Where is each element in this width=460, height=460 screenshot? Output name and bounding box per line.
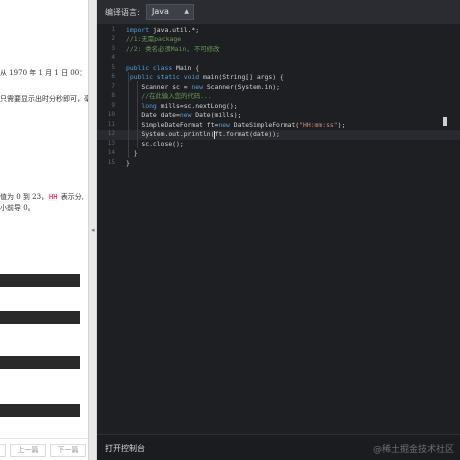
pager: 上一篇 下一篇 bbox=[0, 438, 88, 460]
code-line: long mills=sc.nextLong(); bbox=[126, 101, 238, 112]
problem-text-segment: 值为 0 到 23， bbox=[0, 193, 49, 201]
code-token: Scanner(System.in); bbox=[202, 82, 280, 91]
code-line: //1:无需package bbox=[126, 35, 181, 45]
code-line: import java.util.*; bbox=[126, 26, 199, 36]
problem-text-line: 只需要显示出时分秒即可，毫 bbox=[0, 95, 88, 103]
code-token: //1:无需package bbox=[126, 35, 182, 43]
code-token: mills=sc.nextLong(); bbox=[156, 101, 238, 110]
code-token: } bbox=[126, 158, 130, 167]
code-line: } bbox=[126, 159, 130, 169]
code-token: main(String[] args) { bbox=[199, 73, 284, 81]
editor-toolbar: 编译语言: Java ▲ bbox=[97, 0, 460, 24]
next-button[interactable]: 下一篇 bbox=[50, 444, 86, 457]
code-token: Date(mills); bbox=[191, 111, 242, 119]
code-token: System.out.println(ft.format(date)); bbox=[126, 130, 280, 138]
code-line: Scanner sc = new Scanner(System.in); bbox=[126, 83, 280, 93]
line-number: 3 bbox=[111, 44, 115, 52]
code-token: new bbox=[179, 111, 192, 119]
line-number: 10 bbox=[107, 111, 115, 118]
code-token: Scanner sc = bbox=[126, 82, 192, 91]
editor-pane: 编译语言: Java ▲ 1 2 3 4 5 6 7 8 9 10 11 12 13 14 15 impor… bbox=[97, 0, 460, 460]
line-number: 8 bbox=[111, 92, 115, 99]
line-number: 14 bbox=[107, 149, 115, 156]
line-number: 7 bbox=[111, 82, 115, 90]
caret-up-icon: ▲ bbox=[184, 8, 189, 15]
line-number: 6 bbox=[111, 73, 115, 80]
code-line: //2: 类名必须Main, 不可修改 bbox=[126, 45, 219, 55]
code-line: System.out.println(ft.format(date)); bbox=[126, 130, 280, 140]
code-token: new bbox=[191, 82, 203, 91]
code-editor[interactable]: 1 2 3 4 5 6 7 8 9 10 11 12 13 14 15 import java.util.*… bbox=[97, 24, 460, 434]
line-number: 1 bbox=[111, 25, 115, 33]
code-token: public class bbox=[126, 63, 173, 72]
text-cursor bbox=[214, 130, 215, 139]
code-line: //在此输入您的代码... bbox=[126, 92, 212, 102]
line-number: 5 bbox=[111, 63, 115, 71]
code-sample-block bbox=[0, 356, 80, 369]
code-token: //在此输入您的代码... bbox=[126, 92, 212, 100]
language-value: Java bbox=[152, 7, 169, 16]
code-token: sc.close(); bbox=[126, 139, 184, 148]
code-token: long bbox=[141, 101, 157, 110]
watermark: @稀土掘金技术社区 bbox=[372, 445, 454, 455]
code-line: Date date=new Date(mills); bbox=[126, 111, 241, 121]
problem-text-line: 从 1970 年 1 月 1 日 00： bbox=[0, 69, 87, 77]
language-label: 编译语言: bbox=[105, 8, 140, 17]
pager-extra-button[interactable] bbox=[0, 444, 6, 457]
indent-guide bbox=[128, 72, 129, 158]
language-select[interactable]: Java ▲ bbox=[146, 4, 194, 20]
line-number: 2 bbox=[111, 35, 115, 42]
code-token: new bbox=[218, 120, 230, 129]
code-line: sc.close(); bbox=[126, 139, 184, 150]
code-token: Date date= bbox=[126, 111, 180, 119]
problem-text-line: 值为 0 到 23，HH 表示分, bbox=[0, 192, 84, 202]
code-token: java.util.*; bbox=[149, 25, 200, 34]
code-line: public class Main { bbox=[126, 64, 199, 74]
prev-button[interactable]: 上一篇 bbox=[10, 444, 46, 457]
scroll-marker[interactable] bbox=[443, 117, 447, 126]
code-token: "HH:mm:ss" bbox=[299, 120, 338, 129]
code-sample-block bbox=[0, 311, 80, 324]
code-token: DateSimpleFormat( bbox=[229, 120, 300, 129]
drag-handle-icon[interactable]: ◂ bbox=[91, 225, 95, 235]
open-console-button[interactable]: 打开控制台 bbox=[105, 443, 145, 454]
pane-splitter[interactable]: ◂ bbox=[88, 0, 97, 460]
code-line: public static void main(String[] args) { bbox=[126, 73, 284, 83]
problem-text-segment: 表示分, bbox=[58, 193, 84, 201]
line-number: 9 bbox=[111, 101, 115, 109]
code-token: import bbox=[126, 25, 150, 34]
code-token: SimpleDateFormat ft= bbox=[126, 120, 219, 129]
code-line: SimpleDateFormat ft=new DateSimpleFormat… bbox=[126, 121, 345, 131]
inline-code: HH bbox=[48, 193, 59, 201]
line-number: 11 bbox=[107, 120, 115, 128]
code-token: Main { bbox=[172, 63, 200, 72]
line-number: 12 bbox=[107, 130, 115, 137]
problem-pane: 从 1970 年 1 月 1 日 00： 只需要显示出时分秒即可，毫 值为 0 … bbox=[0, 0, 88, 460]
line-number: 13 bbox=[107, 139, 115, 147]
editor-footer: 打开控制台 @稀土掘金技术社区 bbox=[97, 434, 460, 460]
code-token: public static void bbox=[129, 73, 200, 81]
line-number: 4 bbox=[111, 54, 115, 61]
indent-guide bbox=[137, 81, 138, 148]
code-token: //2: 类名必须Main, 不可修改 bbox=[126, 44, 220, 53]
code-token: ); bbox=[337, 120, 346, 129]
problem-text-line: 小前导 0。 bbox=[0, 204, 35, 212]
line-number-gutter: 1 2 3 4 5 6 7 8 9 10 11 12 13 14 15 bbox=[97, 24, 119, 434]
code-sample-block bbox=[0, 404, 80, 417]
line-number: 15 bbox=[107, 158, 115, 166]
code-sample-block bbox=[0, 274, 80, 287]
